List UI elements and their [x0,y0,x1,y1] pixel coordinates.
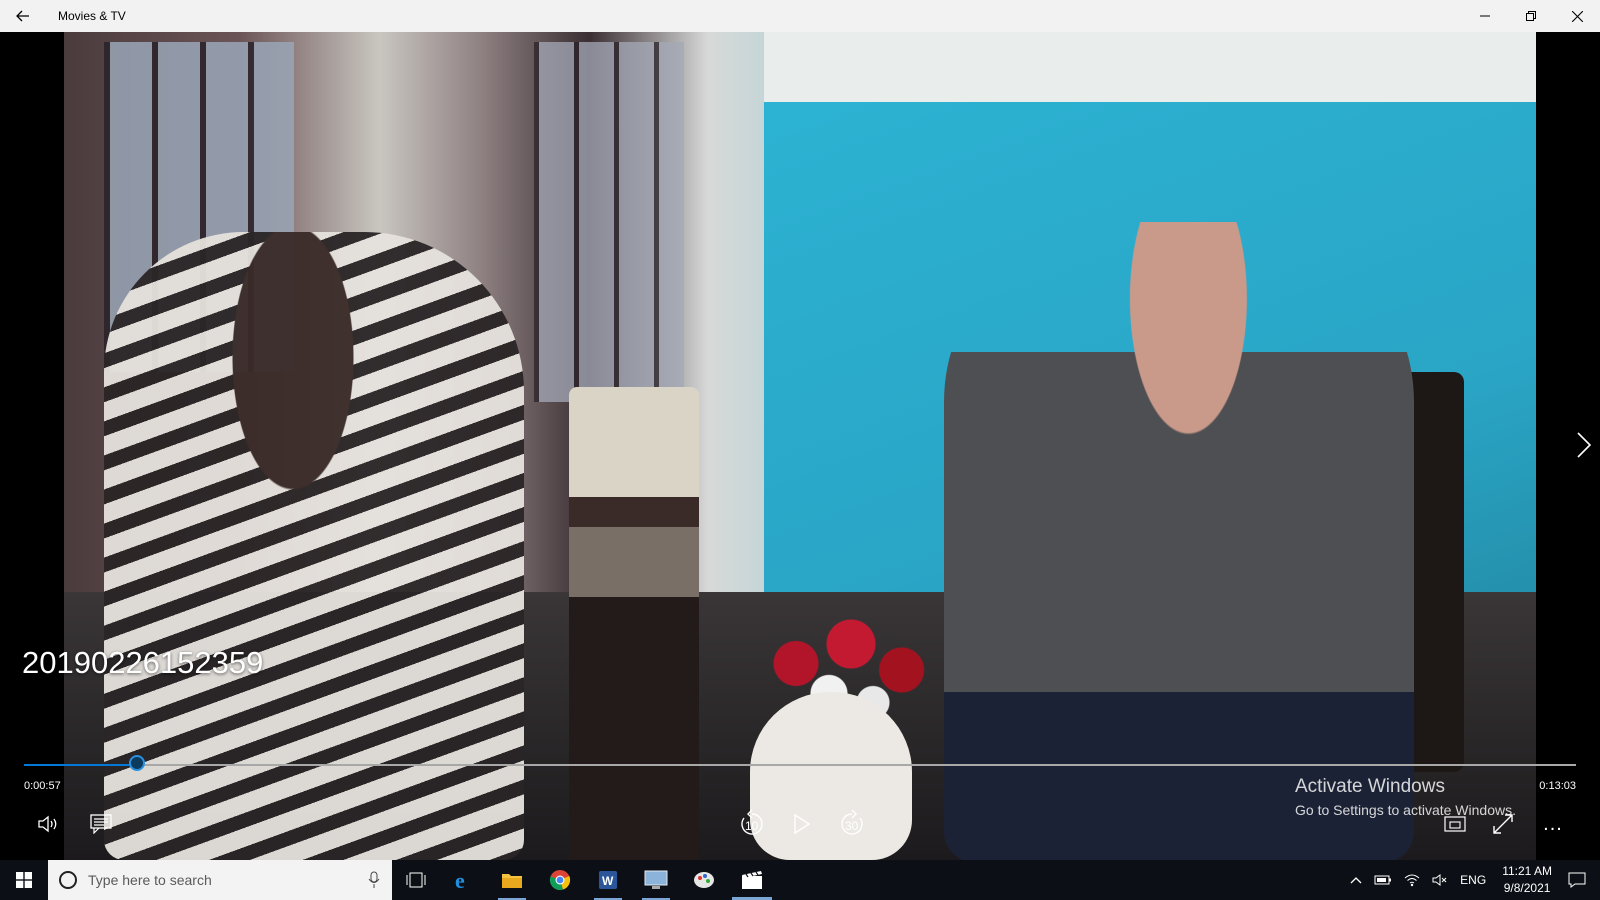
back-arrow-icon [16,10,29,22]
taskbar-file-explorer[interactable] [488,860,536,900]
more-options-button[interactable]: ... [1538,810,1568,838]
chevron-up-icon [1350,877,1362,884]
close-button[interactable] [1554,0,1600,32]
activate-subtitle: Go to Settings to activate Windows. [1295,802,1516,818]
clock[interactable]: 11:21 AM 9/8/2021 [1502,863,1552,897]
minimize-button[interactable] [1462,0,1508,32]
taskbar-paint[interactable] [680,860,728,900]
taskbar-remote-desktop[interactable] [632,860,680,900]
letterbox-left [0,32,64,860]
file-explorer-icon [502,874,522,888]
restore-icon [1526,11,1536,21]
chevron-right-icon [1577,432,1591,458]
taskbar-search[interactable]: Type here to search [48,860,392,900]
speaker-muted-icon [1432,874,1447,886]
remote-desktop-icon [644,870,668,889]
volume-button[interactable] [34,810,64,838]
seek-bar[interactable] [24,755,1576,771]
movies-tv-icon [742,871,762,889]
play-button[interactable] [786,808,818,840]
taskbar-word[interactable]: W [584,860,632,900]
search-placeholder: Type here to search [88,872,212,888]
back-button[interactable] [0,0,46,32]
language-indicator[interactable]: ENG [1460,873,1486,887]
play-icon [794,814,810,834]
task-view-icon [406,872,426,888]
video-title: 20190226152359 [22,645,264,680]
svg-text:W: W [602,874,614,888]
paint-icon [694,872,714,888]
volume-icon [38,815,57,833]
video-frame[interactable] [64,32,1536,860]
scene-chair [569,387,699,860]
windows-logo-icon [16,872,32,888]
taskbar-movies-tv[interactable] [728,860,776,900]
cortana-icon [59,871,77,889]
word-icon: W [599,871,617,889]
skip-forward-label: 30 [845,819,859,833]
task-view-button[interactable] [392,860,440,900]
current-time: 0:00:57 [24,780,61,792]
minimize-icon [1480,15,1490,17]
show-hidden-icons-button[interactable] [1350,876,1362,884]
mini-view-icon [1444,816,1466,832]
taskbar-chrome[interactable] [536,860,584,900]
clock-date: 9/8/2021 [1503,881,1551,895]
subtitles-button[interactable] [86,810,116,838]
clock-time: 11:21 AM [1502,864,1552,878]
system-tray: ENG 11:21 AM 9/8/2021 [1344,860,1600,900]
skip-forward-button[interactable]: 30 [836,808,868,840]
wifi-icon [1404,874,1420,887]
activate-windows-watermark: Activate Windows Go to Settings to activ… [1295,776,1516,818]
next-video-button[interactable] [1575,430,1593,460]
restore-button[interactable] [1508,0,1554,32]
taskbar-edge[interactable]: e [440,860,488,900]
taskbar: Type here to search e W ENG 11:21 AM 9/8… [0,860,1600,900]
total-time: 0:13:03 [1539,780,1576,792]
activate-title: Activate Windows [1295,776,1445,797]
fullscreen-button[interactable] [1488,810,1518,838]
battery-button[interactable] [1374,874,1392,886]
start-button[interactable] [0,860,48,900]
scene-vase [750,692,912,860]
mini-view-button[interactable] [1440,810,1470,838]
subtitles-icon [90,814,112,834]
skip-back-button[interactable]: 10 [736,808,768,840]
skip-back-label: 10 [745,819,759,833]
notification-icon [1568,872,1586,888]
microphone-icon[interactable] [368,871,380,889]
app-title: Movies & TV [58,9,126,23]
edge-icon: e [455,869,465,891]
close-icon [1571,10,1583,22]
svg-text:e: e [455,869,465,891]
chrome-icon [549,870,571,891]
title-bar: Movies & TV [0,0,1600,32]
network-button[interactable] [1404,873,1420,887]
action-center-button[interactable] [1568,872,1586,888]
seek-progress [24,764,138,766]
scene-window [534,42,684,402]
battery-icon [1374,875,1392,885]
volume-tray-button[interactable] [1432,873,1448,887]
fullscreen-icon [1493,814,1513,834]
